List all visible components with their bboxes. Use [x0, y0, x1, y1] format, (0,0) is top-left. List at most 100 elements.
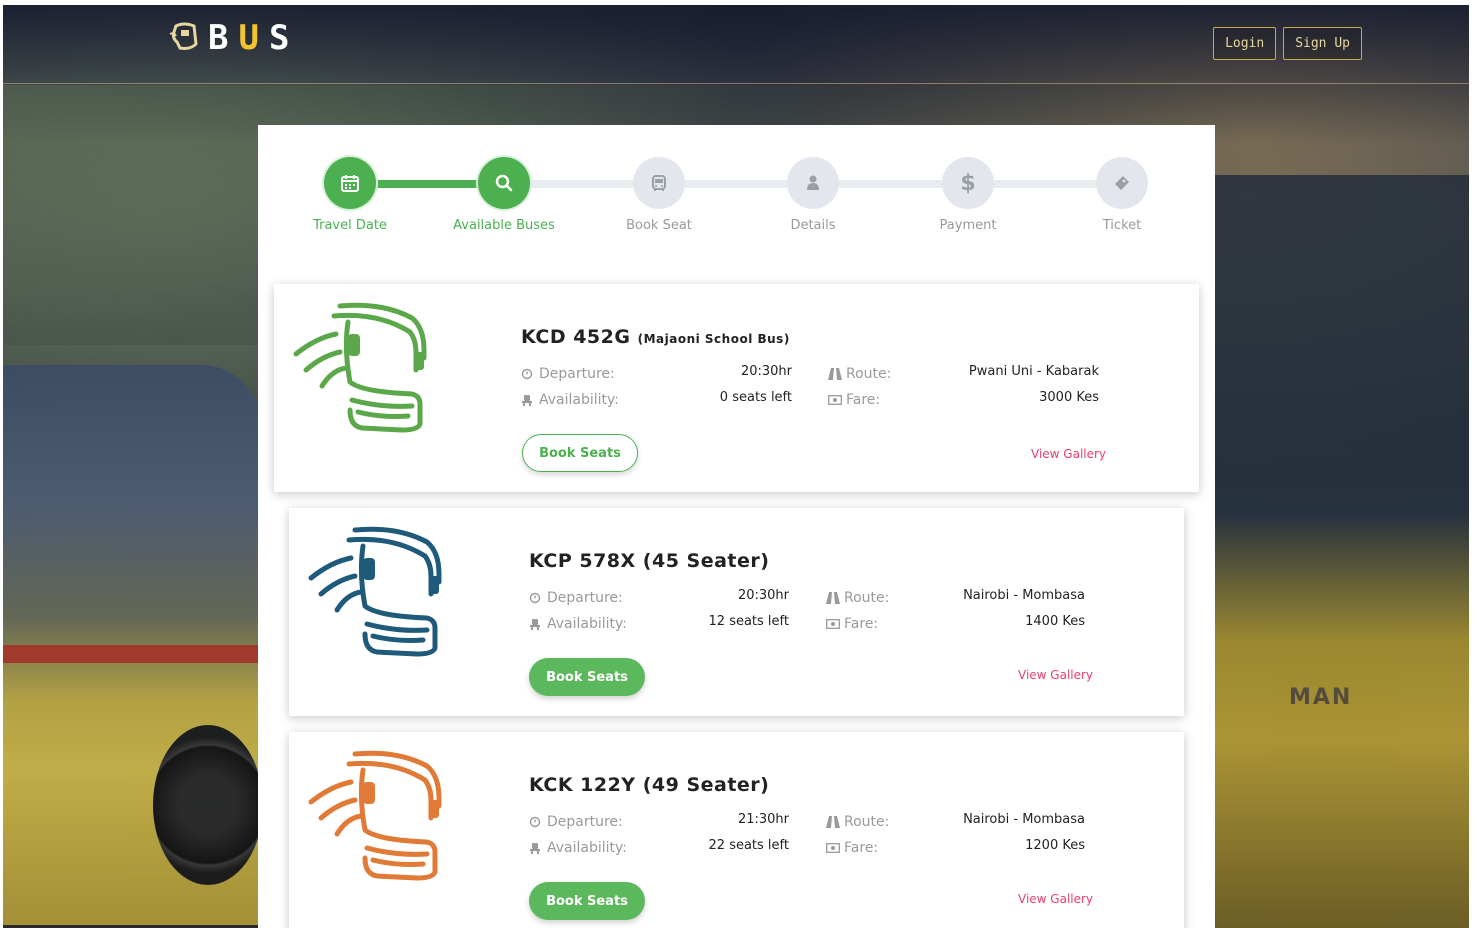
plate-number: KCK 122Y — [529, 774, 636, 796]
step-payment[interactable]: $ Payment — [903, 157, 1033, 233]
fare-value: 1200 Kes — [1025, 838, 1085, 853]
availability-label: Availability: — [521, 392, 619, 408]
step-details[interactable]: Details — [748, 157, 878, 233]
bus-icon — [307, 524, 442, 663]
signup-button[interactable]: Sign Up — [1283, 27, 1362, 60]
step-label: Payment — [939, 218, 997, 233]
seat-icon — [521, 394, 533, 406]
fare-label: Fare: — [826, 840, 878, 856]
seat-icon — [529, 618, 541, 630]
road-icon — [826, 592, 840, 604]
fare-text: Fare: — [846, 392, 881, 408]
user-icon — [787, 157, 839, 209]
fare-text: Fare: — [844, 840, 879, 856]
ticket-icon — [1096, 157, 1148, 209]
search-icon — [478, 157, 530, 209]
availability-value: 22 seats left — [708, 838, 789, 853]
route-text: Route: — [844, 590, 890, 606]
bus-card: KCK 122Y (49 Seater) Departure: 21:30hr … — [289, 732, 1184, 928]
background-bus-left — [3, 365, 263, 925]
fare-label: Fare: — [826, 616, 878, 632]
plate-number: KCD 452G — [521, 326, 631, 348]
departure-text: Departure: — [539, 366, 615, 382]
dollar-icon: $ — [942, 157, 994, 209]
step-available-buses[interactable]: Available Buses — [439, 157, 569, 233]
route-label: Route: — [826, 590, 889, 606]
clock-icon — [529, 592, 541, 604]
view-gallery-link[interactable]: View Gallery — [1018, 668, 1093, 682]
availability-text: Availability: — [539, 392, 620, 408]
bus-plate: KCD 452G (Majaoni School Bus) — [521, 326, 790, 348]
booking-stepper: Travel Date Available Buses Book Seat De… — [258, 125, 1215, 265]
departure-value: 20:30hr — [737, 588, 789, 603]
step-label: Details — [790, 218, 836, 233]
view-gallery-link[interactable]: View Gallery — [1031, 447, 1106, 461]
step-travel-date[interactable]: Travel Date — [285, 157, 415, 233]
bus-card: KCD 452G (Majaoni School Bus) Departure:… — [274, 284, 1199, 492]
step-book-seat[interactable]: Book Seat — [594, 157, 724, 233]
bus-plate: KCP 578X (45 Seater) — [529, 550, 769, 572]
brand-letter-s: S — [268, 18, 296, 58]
bus-logo-icon — [168, 20, 204, 56]
road-icon — [828, 368, 842, 380]
clock-icon — [521, 368, 533, 380]
route-label: Route: — [826, 814, 889, 830]
money-icon — [826, 842, 840, 854]
road-icon — [826, 816, 840, 828]
route-label: Route: — [828, 366, 891, 382]
route-text: Route: — [846, 366, 892, 382]
brand-logo[interactable]: B U S — [168, 18, 295, 58]
clock-icon — [529, 816, 541, 828]
money-icon — [826, 618, 840, 630]
money-icon — [828, 394, 842, 406]
bus-name: (Majaoni School Bus) — [637, 332, 790, 346]
bus-wheel — [153, 725, 263, 885]
route-text: Route: — [844, 814, 890, 830]
step-label: Ticket — [1102, 218, 1142, 233]
availability-value: 12 seats left — [708, 614, 789, 629]
bus-brand-text: MAN — [1289, 685, 1353, 710]
auth-buttons: Login Sign Up — [1213, 27, 1362, 60]
background-bus-right: MAN — [1209, 175, 1469, 928]
availability-value: 0 seats left — [719, 390, 792, 405]
brand-letter-b: B — [208, 18, 235, 58]
view-gallery-link[interactable]: View Gallery — [1018, 892, 1093, 906]
fare-value: 3000 Kes — [1039, 390, 1099, 405]
brand-letter-u: U — [238, 18, 265, 58]
step-label: Book Seat — [626, 218, 692, 233]
departure-value: 20:30hr — [740, 364, 792, 379]
departure-value: 21:30hr — [737, 812, 789, 827]
availability-text: Availability: — [547, 616, 628, 632]
bus-icon — [292, 300, 427, 439]
step-label: Travel Date — [313, 218, 387, 233]
bus-name: (49 Seater) — [642, 774, 770, 796]
bus-icon — [307, 748, 442, 887]
fare-text: Fare: — [844, 616, 879, 632]
step-label: Available Buses — [453, 218, 555, 233]
route-value: Pwani Uni - Kabarak — [968, 364, 1099, 379]
fare-value: 1400 Kes — [1025, 614, 1085, 629]
route-value: Nairobi - Mombasa — [963, 812, 1085, 827]
fare-label: Fare: — [828, 392, 880, 408]
bus-stripe — [3, 645, 261, 663]
bus-plate: KCK 122Y (49 Seater) — [529, 774, 769, 796]
login-button[interactable]: Login — [1213, 27, 1277, 60]
bus-icon — [633, 157, 685, 209]
departure-text: Departure: — [547, 814, 623, 830]
departure-label: Departure: — [529, 590, 623, 606]
plate-number: KCP 578X — [529, 550, 636, 572]
book-seats-button[interactable]: Book Seats — [522, 434, 638, 472]
seat-icon — [529, 842, 541, 854]
route-value: Nairobi - Mombasa — [963, 588, 1085, 603]
book-seats-button[interactable]: Book Seats — [529, 658, 645, 696]
book-seats-button[interactable]: Book Seats — [529, 882, 645, 920]
calendar-icon — [324, 157, 376, 209]
step-ticket[interactable]: Ticket — [1057, 157, 1187, 233]
departure-label: Departure: — [521, 366, 615, 382]
availability-label: Availability: — [529, 616, 627, 632]
navbar-divider — [3, 83, 1469, 84]
bus-card: KCP 578X (45 Seater) Departure: 20:30hr … — [289, 508, 1184, 716]
availability-label: Availability: — [529, 840, 627, 856]
departure-text: Departure: — [547, 590, 623, 606]
departure-label: Departure: — [529, 814, 623, 830]
